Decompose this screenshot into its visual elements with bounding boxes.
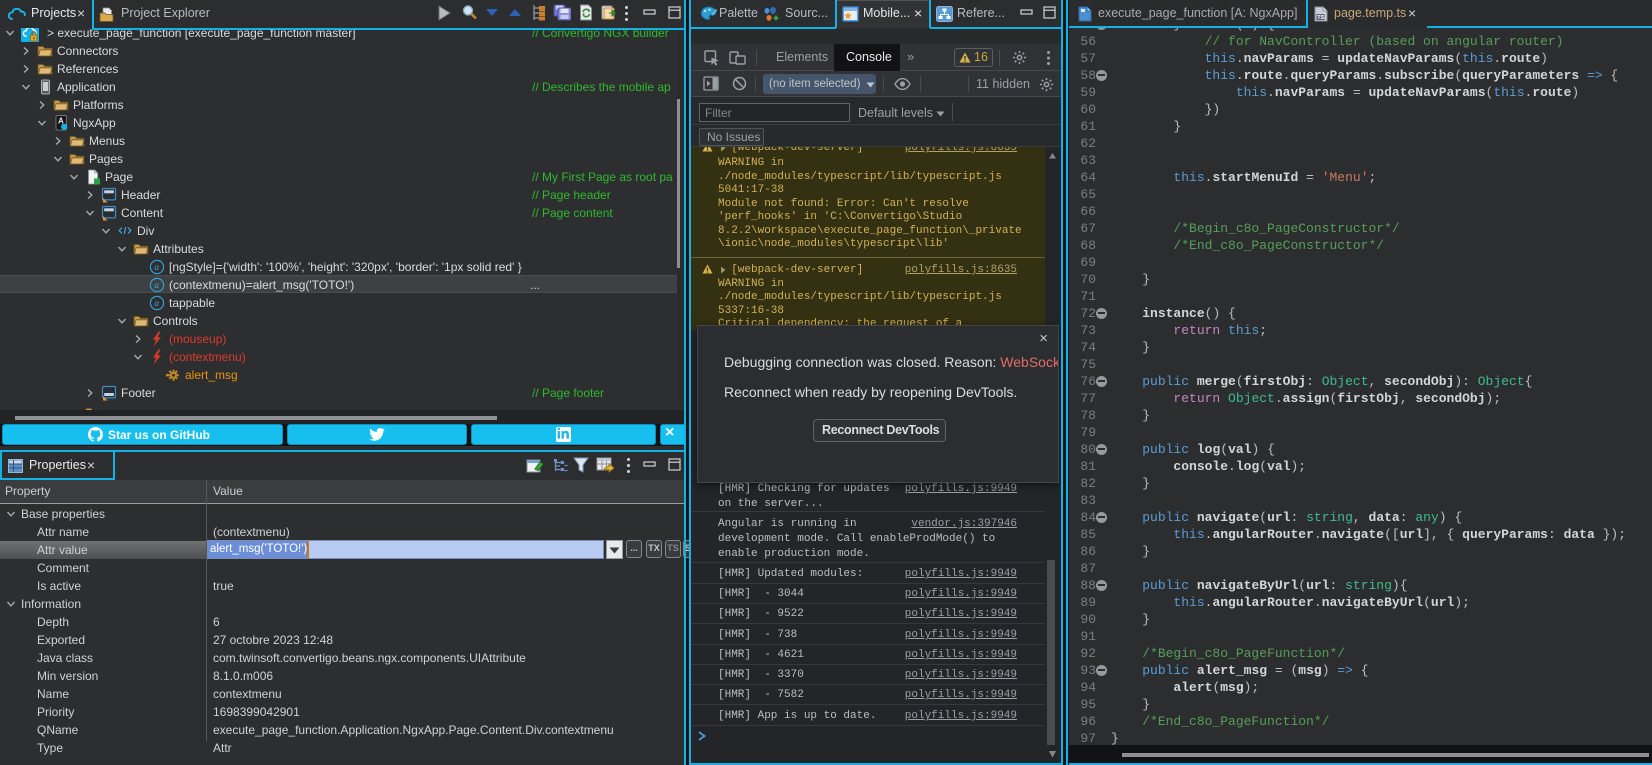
svg-text:a: a xyxy=(154,299,159,309)
svg-text:TS: TS xyxy=(1317,15,1324,21)
svg-text:a: a xyxy=(154,263,159,273)
svg-text:a: a xyxy=(154,281,159,291)
